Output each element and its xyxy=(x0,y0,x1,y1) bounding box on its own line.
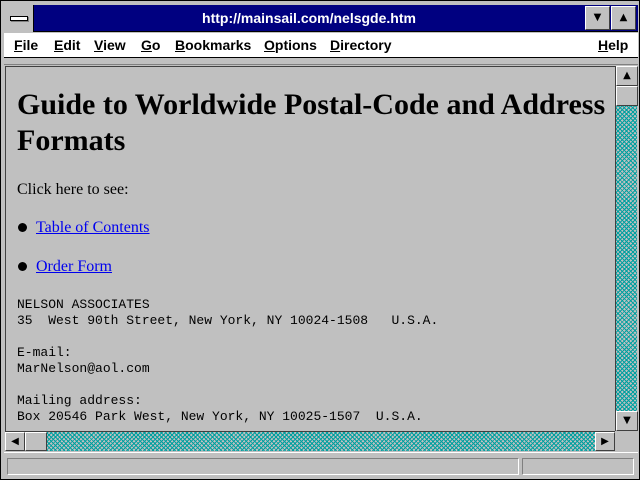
menu-edit-label: dit xyxy=(63,37,81,53)
toolbar-separator xyxy=(4,59,638,65)
menu-options-mnemonic: O xyxy=(264,37,275,53)
order-form-link[interactable]: Order Form xyxy=(36,258,112,275)
status-bar xyxy=(4,452,638,478)
menu-go-label: o xyxy=(151,37,161,53)
menu-help-label: elp xyxy=(608,37,629,53)
menu-help[interactable]: Help xyxy=(598,37,628,53)
page-heading: Guide to Worldwide Postal-Code and Addre… xyxy=(17,88,606,157)
title-bar: http://mainsail.com/nelsgde.htm ▼ ▲ xyxy=(4,5,638,32)
menu-directory-mnemonic: D xyxy=(330,37,341,53)
menu-help-mnemonic: H xyxy=(598,37,609,53)
page-content: Guide to Worldwide Postal-Code and Addre… xyxy=(17,87,607,425)
scrollbar-corner xyxy=(615,431,637,451)
scroll-left-button[interactable]: ◀ xyxy=(5,432,25,451)
menu-file-mnemonic: F xyxy=(14,37,23,53)
menu-bookmarks[interactable]: Bookmarks xyxy=(175,37,251,53)
intro-text: Click here to see: xyxy=(17,181,129,198)
menu-edit[interactable]: Edit xyxy=(54,37,80,53)
window-title: http://mainsail.com/nelsgde.htm xyxy=(202,10,416,26)
list-item: Table of Contents xyxy=(17,219,607,239)
menu-directory[interactable]: Directory xyxy=(330,37,391,53)
scroll-down-button[interactable]: ▼ xyxy=(616,411,638,431)
progress-indicator xyxy=(522,458,634,475)
system-menu-button[interactable] xyxy=(4,5,34,32)
page-viewport: Guide to Worldwide Postal-Code and Addre… xyxy=(5,66,615,431)
horizontal-scrollbar[interactable]: ◀ ▶ xyxy=(5,431,615,451)
browser-window: http://mainsail.com/nelsgde.htm ▼ ▲ File… xyxy=(0,0,640,480)
system-menu-icon xyxy=(10,16,28,21)
bullet-icon xyxy=(18,262,27,271)
menu-view[interactable]: View xyxy=(94,37,126,53)
horizontal-scroll-thumb[interactable] xyxy=(25,432,47,451)
menu-options[interactable]: Options xyxy=(264,37,317,53)
vertical-scrollbar[interactable]: ▲ ▼ xyxy=(615,66,638,431)
table-of-contents-link[interactable]: Table of Contents xyxy=(36,219,150,236)
menu-edit-mnemonic: E xyxy=(54,37,64,53)
contact-address-block: NELSON ASSOCIATES 35 West 90th Street, N… xyxy=(17,297,439,424)
menu-go-mnemonic: G xyxy=(141,37,152,53)
menu-go[interactable]: Go xyxy=(141,37,160,53)
menu-directory-label: irectory xyxy=(340,37,392,53)
menu-bar: File Edit View Go Bookmarks Options Dire… xyxy=(4,33,638,58)
menu-options-label: ptions xyxy=(274,37,317,53)
vertical-scroll-thumb[interactable] xyxy=(616,86,638,106)
status-text xyxy=(7,458,519,475)
menu-bookmarks-label: ookmarks xyxy=(185,37,252,53)
scroll-up-button[interactable]: ▲ xyxy=(616,66,638,86)
menu-file-label: ile xyxy=(22,37,39,53)
list-item: Order Form xyxy=(17,258,607,278)
menu-file[interactable]: File xyxy=(14,37,38,53)
menu-bookmarks-mnemonic: B xyxy=(175,37,186,53)
minimize-button[interactable]: ▼ xyxy=(585,6,610,30)
bullet-icon xyxy=(18,223,27,232)
maximize-button[interactable]: ▲ xyxy=(611,6,636,30)
menu-view-label: iew xyxy=(103,37,126,53)
scroll-right-button[interactable]: ▶ xyxy=(595,432,615,451)
menu-view-mnemonic: V xyxy=(94,37,104,53)
